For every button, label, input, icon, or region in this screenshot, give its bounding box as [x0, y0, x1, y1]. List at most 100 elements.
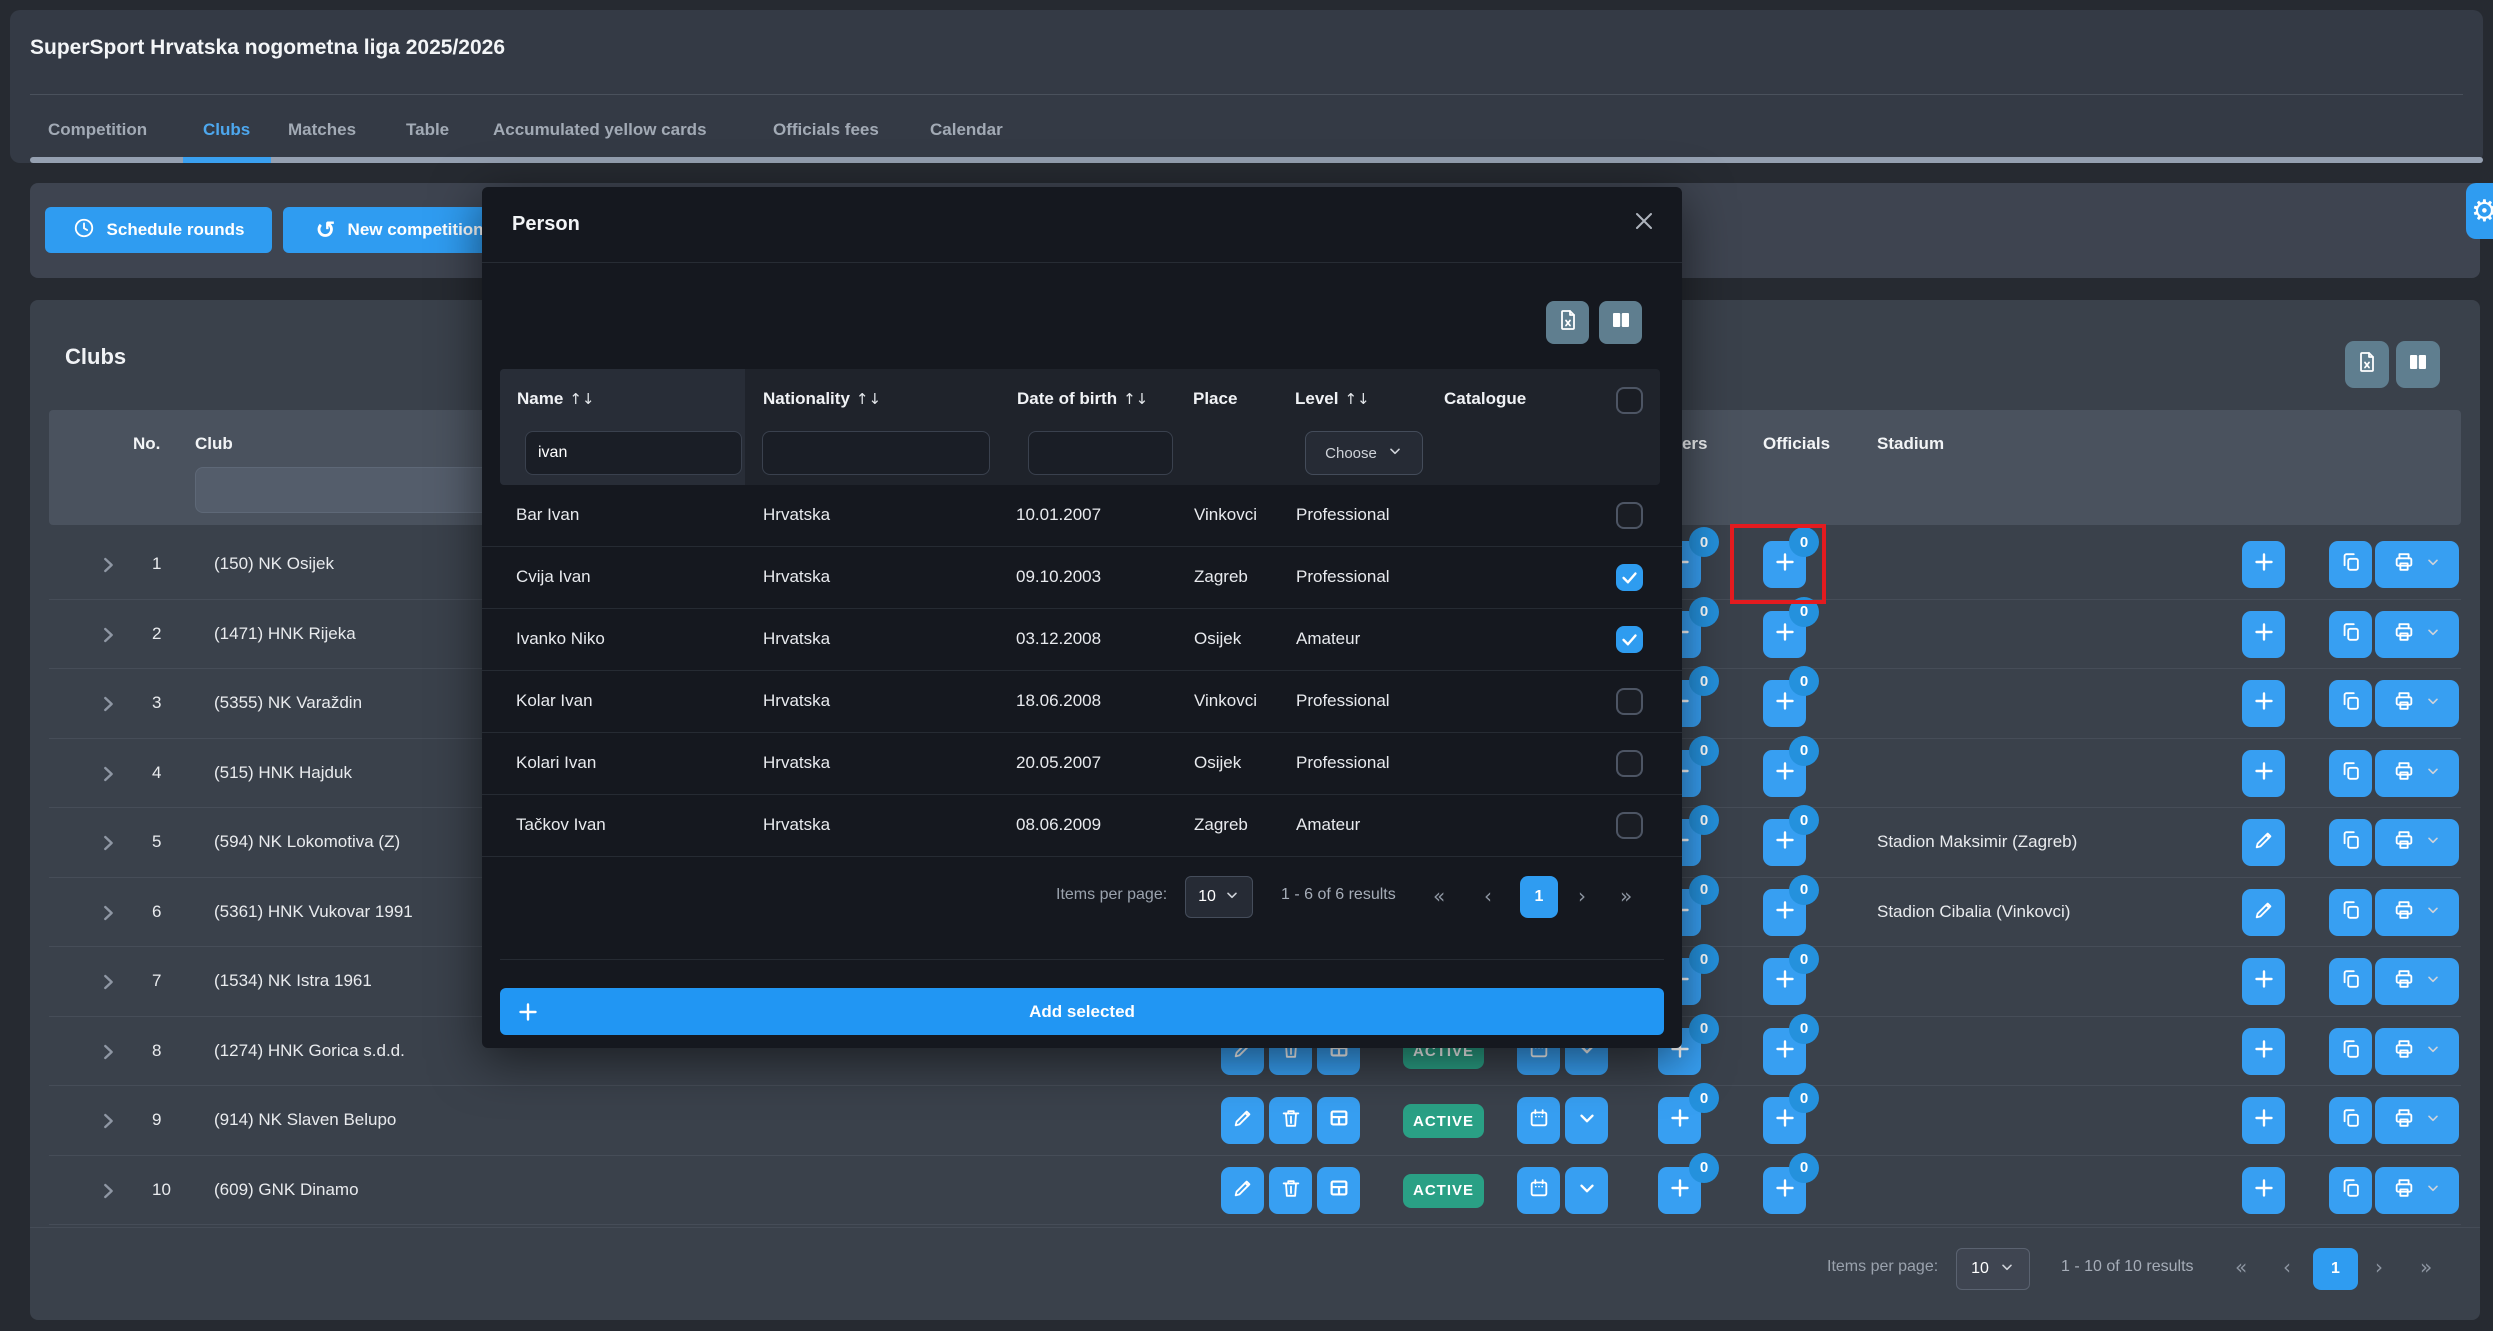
select-all-checkbox[interactable] [1616, 387, 1643, 414]
print-club-button[interactable] [2375, 1097, 2459, 1144]
expand-row-chevron-icon[interactable] [97, 1180, 119, 1207]
column-header-nationality[interactable]: Nationality↑↓ [763, 389, 881, 409]
person-table-row[interactable]: Ivanko Niko Hrvatska 03.12.2008 Osijek A… [482, 609, 1682, 671]
copy-club-button[interactable] [2329, 1028, 2372, 1075]
print-club-button[interactable] [2375, 750, 2459, 797]
delete-club-button[interactable] [1269, 1167, 1312, 1214]
select-person-checkbox[interactable] [1616, 564, 1643, 591]
print-club-button[interactable] [2375, 541, 2459, 588]
modal-export-excel-button[interactable] [1546, 301, 1589, 344]
nationality-filter-input[interactable] [762, 431, 990, 475]
add-stadium-button[interactable] [2242, 611, 2285, 658]
add-selected-button[interactable]: Add selected [500, 988, 1664, 1035]
add-stadium-button[interactable] [2242, 1167, 2285, 1214]
person-table-row[interactable]: Kolar Ivan Hrvatska 18.06.2008 Vinkovci … [482, 671, 1682, 733]
previous-page-button[interactable]: ‹ [2283, 1255, 2291, 1279]
column-header-dob[interactable]: Date of birth↑↓ [1017, 389, 1148, 409]
person-table-row[interactable]: Kolari Ivan Hrvatska 20.05.2007 Osijek P… [482, 733, 1682, 795]
add-stadium-button[interactable] [2242, 958, 2285, 1005]
expand-row-chevron-icon[interactable] [97, 902, 119, 929]
copy-club-button[interactable] [2329, 958, 2372, 1005]
clubs-column-settings-button[interactable] [2396, 341, 2440, 388]
copy-club-button[interactable] [2329, 750, 2372, 797]
print-club-button[interactable] [2375, 611, 2459, 658]
edit-stadium-button[interactable] [2242, 889, 2285, 936]
club-calendar-button[interactable] [1517, 1167, 1560, 1214]
club-more-actions-button[interactable] [1565, 1167, 1608, 1214]
print-club-button[interactable] [2375, 889, 2459, 936]
next-page-button[interactable]: › [1578, 884, 1586, 908]
club-table-view-button[interactable] [1317, 1167, 1360, 1214]
print-club-button[interactable] [2375, 680, 2459, 727]
page-size-select[interactable]: 10 [1956, 1248, 2030, 1290]
print-club-button[interactable] [2375, 958, 2459, 1005]
print-club-button[interactable] [2375, 819, 2459, 866]
copy-club-button[interactable] [2329, 611, 2372, 658]
copy-club-button[interactable] [2329, 819, 2372, 866]
name-filter-input[interactable] [525, 431, 742, 475]
page-1-button[interactable]: 1 [1520, 876, 1558, 918]
select-person-checkbox[interactable] [1616, 626, 1643, 653]
edit-club-button[interactable] [1221, 1167, 1264, 1214]
tab-clubs[interactable]: Clubs [203, 120, 250, 140]
expand-row-chevron-icon[interactable] [97, 554, 119, 581]
column-header-name[interactable]: Name↑↓ [517, 389, 594, 409]
add-stadium-button[interactable] [2242, 1028, 2285, 1075]
expand-row-chevron-icon[interactable] [97, 1041, 119, 1068]
copy-club-button[interactable] [2329, 680, 2372, 727]
dob-filter-input[interactable] [1028, 431, 1173, 475]
page-1-button[interactable]: 1 [2313, 1248, 2358, 1290]
last-page-button[interactable]: » [2420, 1255, 2432, 1279]
person-table-row[interactable]: Cvija Ivan Hrvatska 09.10.2003 Zagreb Pr… [482, 547, 1682, 609]
print-club-button[interactable] [2375, 1167, 2459, 1214]
copy-club-button[interactable] [2329, 889, 2372, 936]
column-header-level[interactable]: Level↑↓ [1295, 389, 1370, 409]
page-size-select[interactable]: 10 [1185, 876, 1253, 918]
copy-club-button[interactable] [2329, 1097, 2372, 1144]
close-icon[interactable] [1628, 205, 1660, 237]
copy-club-button[interactable] [2329, 1167, 2372, 1214]
level-filter-select[interactable]: Choose [1305, 431, 1423, 475]
clubs-export-excel-button[interactable] [2345, 341, 2389, 388]
select-person-checkbox[interactable] [1616, 688, 1643, 715]
settings-button[interactable]: ⚙ [2466, 183, 2493, 239]
person-table-row[interactable]: Bar Ivan Hrvatska 10.01.2007 Vinkovci Pr… [482, 485, 1682, 547]
club-calendar-button[interactable] [1517, 1097, 1560, 1144]
tab-matches[interactable]: Matches [288, 120, 356, 140]
club-table-view-button[interactable] [1317, 1097, 1360, 1144]
expand-row-chevron-icon[interactable] [97, 693, 119, 720]
edit-stadium-button[interactable] [2242, 819, 2285, 866]
expand-row-chevron-icon[interactable] [97, 1110, 119, 1137]
select-person-checkbox[interactable] [1616, 812, 1643, 839]
first-page-button[interactable]: « [2235, 1255, 2247, 1279]
first-page-button[interactable]: « [1433, 884, 1445, 908]
club-more-actions-button[interactable] [1565, 1097, 1608, 1144]
add-stadium-button[interactable] [2242, 1097, 2285, 1144]
person-table-row[interactable]: Tačkov Ivan Hrvatska 08.06.2009 Zagreb A… [482, 795, 1682, 857]
add-stadium-button[interactable] [2242, 750, 2285, 797]
plus-icon [2252, 1106, 2276, 1135]
edit-club-button[interactable] [1221, 1097, 1264, 1144]
expand-row-chevron-icon[interactable] [97, 763, 119, 790]
add-stadium-button[interactable] [2242, 541, 2285, 588]
delete-club-button[interactable] [1269, 1097, 1312, 1144]
select-person-checkbox[interactable] [1616, 502, 1643, 529]
expand-row-chevron-icon[interactable] [97, 624, 119, 651]
previous-page-button[interactable]: ‹ [1484, 884, 1492, 908]
expand-row-chevron-icon[interactable] [97, 832, 119, 859]
select-person-checkbox[interactable] [1616, 750, 1643, 777]
modal-column-settings-button[interactable] [1599, 301, 1642, 344]
tab-table[interactable]: Table [406, 120, 449, 140]
tab-competition[interactable]: Competition [48, 120, 147, 140]
print-club-button[interactable] [2375, 1028, 2459, 1075]
tab-officials-fees[interactable]: Officials fees [773, 120, 879, 140]
last-page-button[interactable]: » [1620, 884, 1632, 908]
next-page-button[interactable]: › [2375, 1255, 2383, 1279]
tab-calendar[interactable]: Calendar [930, 120, 1003, 140]
expand-row-chevron-icon[interactable] [97, 971, 119, 998]
schedule-rounds-button[interactable]: Schedule rounds [45, 207, 272, 253]
tab-accumulated-yellow-cards[interactable]: Accumulated yellow cards [493, 120, 707, 140]
copy-club-button[interactable] [2329, 541, 2372, 588]
add-stadium-button[interactable] [2242, 680, 2285, 727]
players-count-badge: 0 [1689, 805, 1719, 835]
